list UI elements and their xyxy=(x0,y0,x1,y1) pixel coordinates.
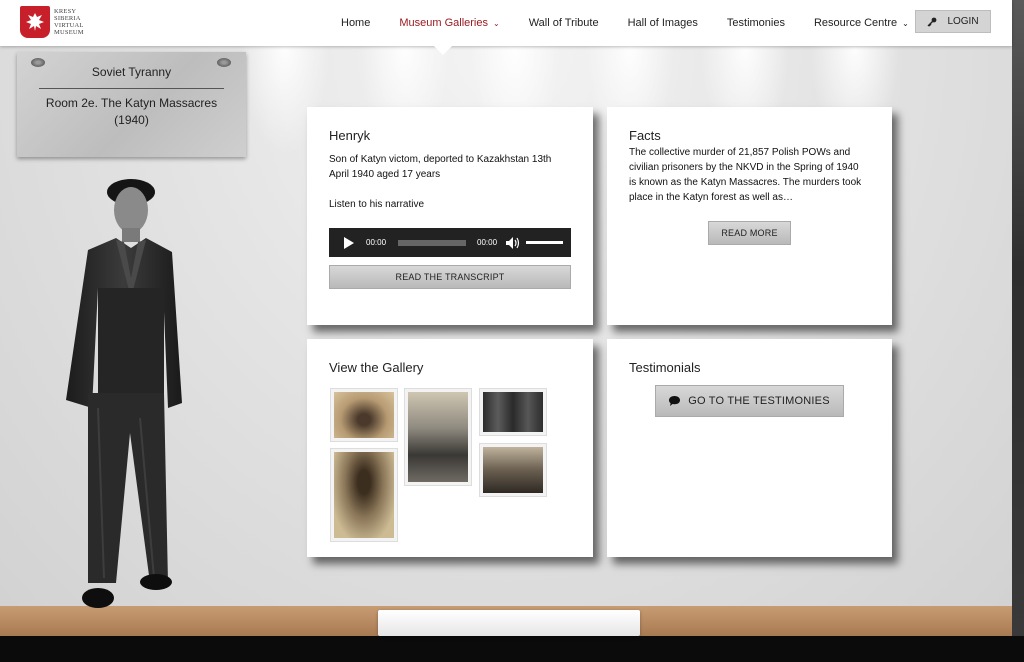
description-line: April 1940 aged 17 years xyxy=(329,169,441,180)
right-edge-strip xyxy=(1012,0,1024,662)
logo-line: MUSEUM xyxy=(54,29,84,36)
gallery-thumbnail[interactable] xyxy=(330,388,398,442)
read-transcript-button[interactable]: READ THE TRANSCRIPT xyxy=(329,265,571,289)
nav-label: Testimonies xyxy=(726,17,785,29)
audio-progress-track[interactable] xyxy=(398,239,467,246)
login-button[interactable]: LOGIN xyxy=(915,10,991,33)
card-title: Facts xyxy=(629,128,661,143)
gallery-thumbnail[interactable] xyxy=(330,448,398,542)
active-nav-pointer xyxy=(434,46,452,55)
play-icon[interactable] xyxy=(343,236,354,249)
nav-label: Home xyxy=(341,17,371,29)
audio-current-time: 00:00 xyxy=(366,238,387,247)
site-header: KRESY SIBERIA VIRTUAL MUSEUM Home Museum… xyxy=(0,0,1012,46)
nav-label: Resource Centre xyxy=(813,17,898,29)
nav-label: Museum Galleries xyxy=(399,17,488,29)
testimonials-card: Testimonials GO TO THE TESTIMONIES xyxy=(607,339,892,557)
listen-label: Listen to his narrative xyxy=(329,199,425,210)
henryk-card: Henryk Son of Katyn victom, deported to … xyxy=(307,107,593,325)
facts-text: The collective murder of 21,857 Polish P… xyxy=(629,145,884,205)
nav-label: Hall of Images xyxy=(627,17,698,29)
plaque-room-line: Room 2e. The Katyn Massacres xyxy=(45,96,218,110)
facts-line: The collective murder of 21,857 Polish P… xyxy=(629,147,851,158)
speech-bubble-icon xyxy=(669,396,681,406)
nav-home[interactable]: Home xyxy=(341,17,370,29)
audio-player: 00:00 00:00 xyxy=(329,228,571,257)
nav-museum-galleries[interactable]: Museum Galleries ⌄ xyxy=(399,17,499,29)
pedestal xyxy=(378,610,640,636)
plaque-room-line: (1940) xyxy=(114,113,149,127)
chevron-down-icon: ⌄ xyxy=(902,18,909,28)
logo-line: VIRTUAL xyxy=(54,22,84,29)
logo-text: KRESY SIBERIA VIRTUAL MUSEUM xyxy=(54,8,84,36)
logo-line: SIBERIA xyxy=(54,15,81,22)
button-label: READ MORE xyxy=(721,228,778,238)
facts-card: Facts The collective murder of 21,857 Po… xyxy=(607,107,892,325)
facts-line: is known as the Katyn Massacres. The mur… xyxy=(629,177,862,188)
chevron-down-icon: ⌄ xyxy=(492,18,500,28)
gallery-card: View the Gallery xyxy=(307,339,593,557)
nav-wall-of-tribute[interactable]: Wall of Tribute xyxy=(529,17,599,29)
button-label: READ THE TRANSCRIPT xyxy=(395,272,505,282)
main-nav: Home Museum Galleries ⌄ Wall of Tribute … xyxy=(341,0,938,46)
nav-hall-of-images[interactable]: Hall of Images xyxy=(628,17,698,29)
logo-line: KRESY xyxy=(54,8,77,15)
card-title: Henryk xyxy=(329,128,371,143)
standing-man-figure xyxy=(66,179,182,608)
volume-icon[interactable] xyxy=(506,236,520,249)
floor-shadow xyxy=(0,636,1024,662)
henryk-description: Son of Katyn victom, deported to Kazakhs… xyxy=(329,152,579,182)
volume-slider[interactable] xyxy=(526,241,564,244)
plaque-title: Soviet Tyranny xyxy=(91,65,172,79)
key-icon xyxy=(927,17,937,26)
description-line: Son of Katyn victom, deported to Kazakhs… xyxy=(329,154,552,165)
plaque-room: Room 2e. The Katyn Massacres (1940) xyxy=(27,95,236,129)
nav-testimonies[interactable]: Testimonies xyxy=(727,17,785,29)
audio-duration: 00:00 xyxy=(477,238,498,247)
gallery-thumbnail[interactable] xyxy=(479,443,547,497)
facts-line: civilian prisoners by the NKVD in the Sp… xyxy=(629,162,859,173)
gallery-thumbnail[interactable] xyxy=(404,388,472,486)
login-label: LOGIN xyxy=(947,16,979,27)
read-more-button[interactable]: READ MORE xyxy=(708,221,791,245)
button-label: GO TO THE TESTIMONIES xyxy=(688,395,830,407)
card-title: View the Gallery xyxy=(329,360,424,375)
eagle-crest-icon xyxy=(20,6,50,38)
room-plaque: Soviet Tyranny Room 2e. The Katyn Massac… xyxy=(17,52,246,157)
facts-line: place in the Katyn forest as well as… xyxy=(629,192,793,203)
gallery-thumbnail[interactable] xyxy=(479,388,547,436)
nav-label: Wall of Tribute xyxy=(528,17,599,29)
go-to-testimonies-button[interactable]: GO TO THE TESTIMONIES xyxy=(655,385,844,417)
card-title: Testimonials xyxy=(629,360,701,375)
nav-resource-centre[interactable]: Resource Centre ⌄ xyxy=(814,17,909,29)
site-logo[interactable]: KRESY SIBERIA VIRTUAL MUSEUM xyxy=(20,6,84,38)
plaque-divider xyxy=(39,88,224,89)
